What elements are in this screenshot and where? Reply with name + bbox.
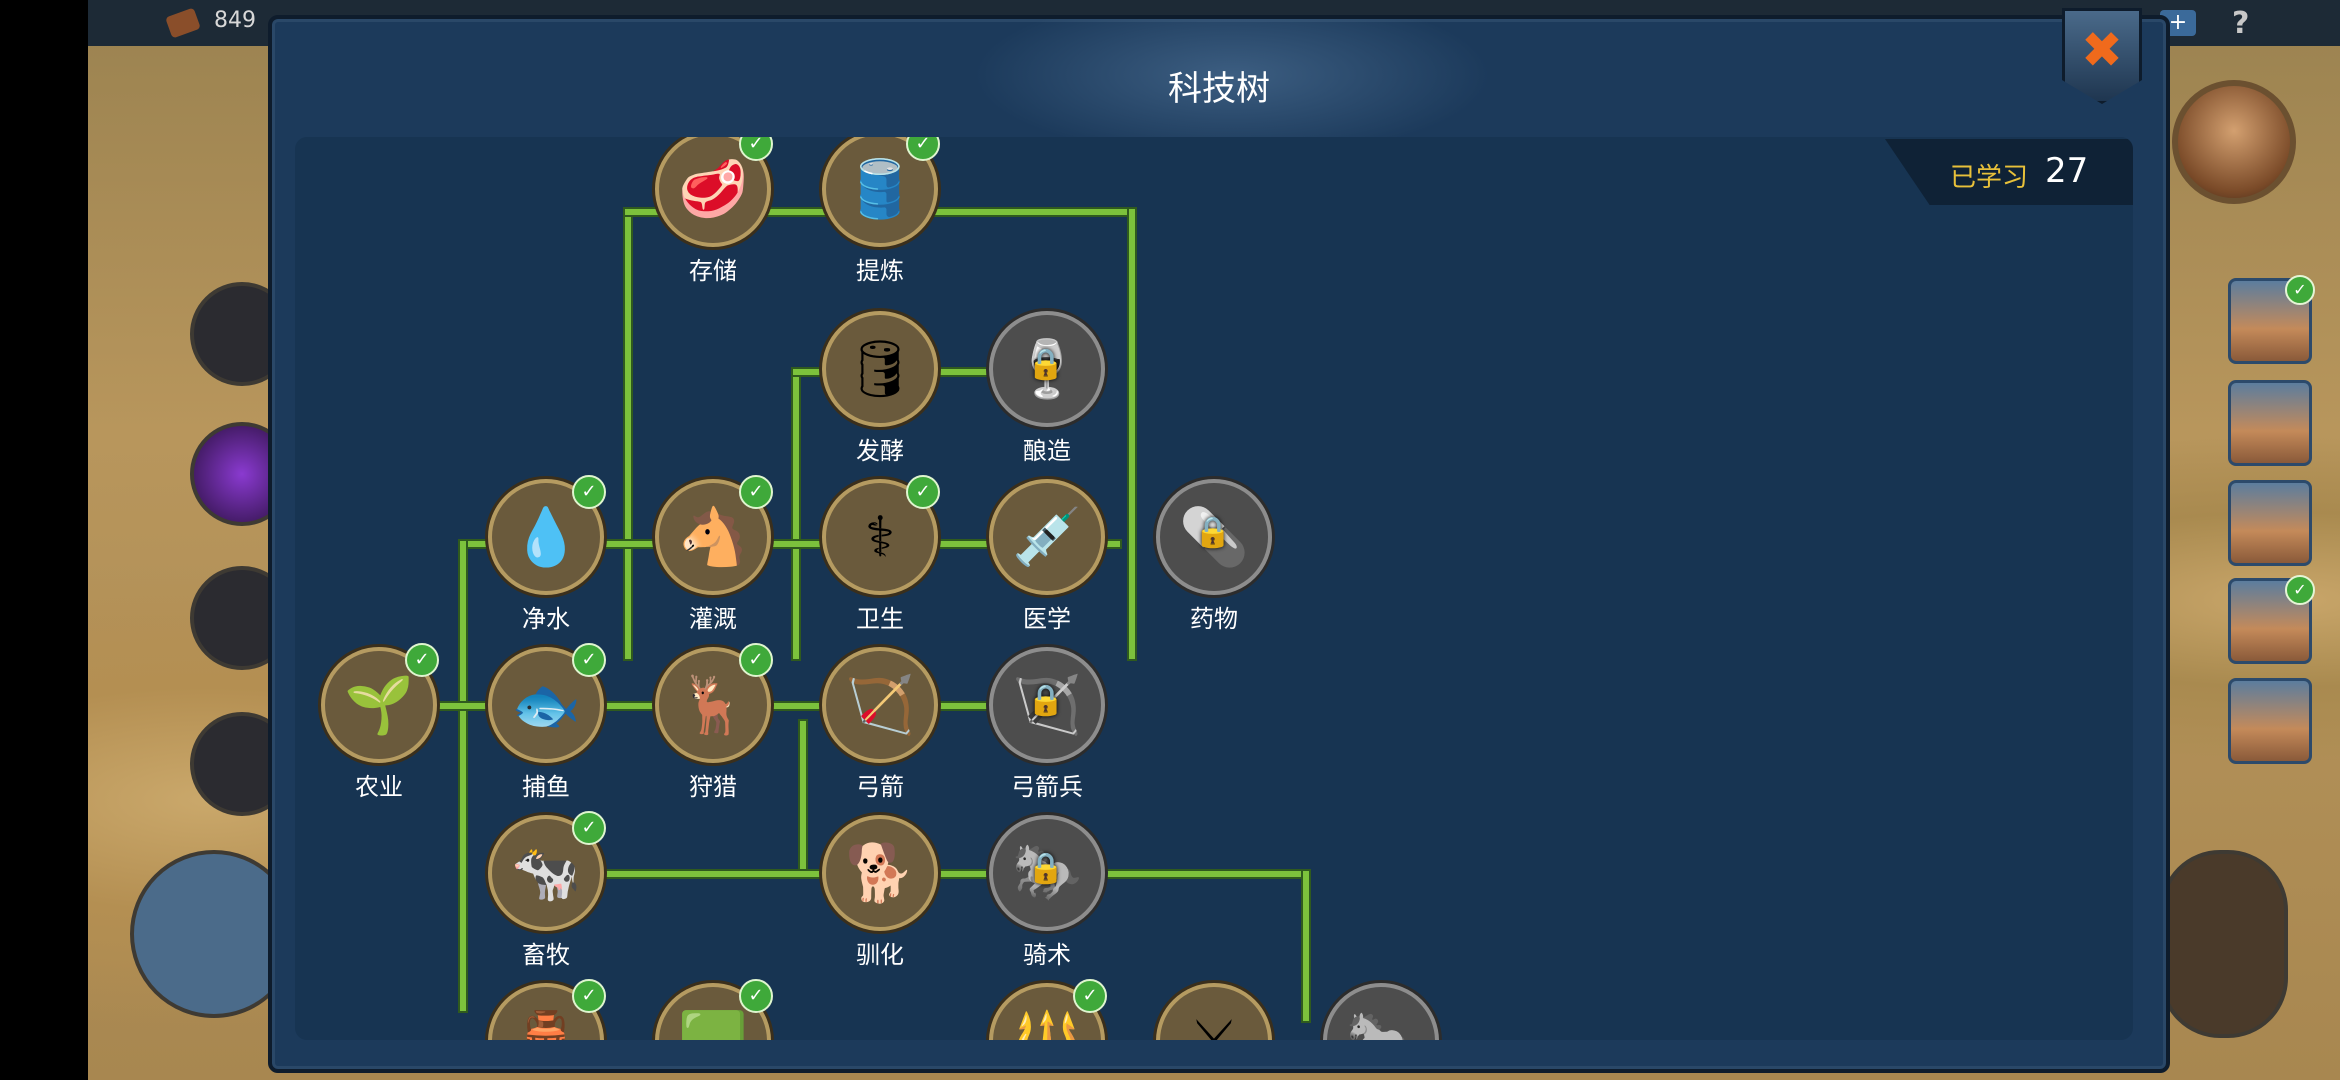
advisor-portrait[interactable] xyxy=(2228,380,2312,466)
advisor-portrait[interactable]: ✓ xyxy=(2228,275,2315,364)
dog-icon: 🐕 xyxy=(822,815,938,931)
tech-node-swords[interactable]: ⚔ xyxy=(1156,983,1272,1040)
learned-counter: 已学习 27 xyxy=(1885,139,2133,205)
lock-icon: 🔒 xyxy=(1027,347,1065,382)
tech-node-cavalry[interactable]: 🐎 xyxy=(1323,983,1439,1040)
lock-icon: 🔒 xyxy=(1027,683,1065,718)
wood-icon xyxy=(165,7,201,39)
hero-avatar[interactable] xyxy=(2172,80,2296,204)
tech-node-domestication[interactable]: 🐕 驯化 xyxy=(822,815,938,969)
learned-label: 已学习 xyxy=(1950,163,2029,193)
tech-label: 弓箭兵 xyxy=(1011,773,1083,801)
dialog-title: 科技树 xyxy=(1168,69,1270,109)
syringe-icon: 💉 xyxy=(989,479,1105,595)
tech-node-storage[interactable]: 🥩 ✓ 存储 xyxy=(655,137,773,285)
lock-icon: 🔒 xyxy=(1027,851,1065,886)
check-icon: ✓ xyxy=(739,475,773,509)
link-line xyxy=(1303,871,1309,1021)
tech-node-spears[interactable]: 🔱✓ xyxy=(989,979,1107,1040)
tech-label: 酿造 xyxy=(1023,437,1071,465)
check-icon: ✓ xyxy=(1073,979,1107,1013)
tech-node-jade[interactable]: 🟩✓ xyxy=(655,979,773,1040)
check-icon: ✓ xyxy=(2285,275,2315,305)
tech-node-pottery[interactable]: 🏺✓ xyxy=(488,979,606,1040)
tech-node-fishing[interactable]: 🐟 ✓ 捕鱼 xyxy=(488,643,606,801)
target-arrows-icon: 🏹 xyxy=(822,647,938,763)
tech-node-brewing[interactable]: 🍷 🔒 酿造 xyxy=(989,311,1105,465)
check-icon: ✓ xyxy=(739,979,773,1013)
check-icon: ✓ xyxy=(572,643,606,677)
tech-node-refining[interactable]: 🛢️ ✓ 提炼 xyxy=(822,137,940,285)
tech-label: 药物 xyxy=(1190,605,1238,633)
tech-node-hygiene[interactable]: ⚕ ✓ 卫生 xyxy=(822,475,940,633)
tech-node-irrigation[interactable]: 🐴 ✓ 灌溉 xyxy=(655,475,773,633)
tech-node-hunting[interactable]: 🦌 ✓ 狩猎 xyxy=(655,643,773,801)
check-icon: ✓ xyxy=(405,643,439,677)
tech-node-drug[interactable]: 💊 🔒 药物 xyxy=(1156,479,1272,633)
crossed-swords-icon: ⚔ xyxy=(1156,983,1272,1040)
tech-node-agriculture[interactable]: 🌱 ✓ 农业 xyxy=(321,643,439,801)
tech-label: 提炼 xyxy=(856,257,904,285)
advisor-portrait[interactable] xyxy=(2228,480,2312,566)
barrel-icon: 🛢 xyxy=(822,311,938,427)
tech-node-purify-water[interactable]: 💧 ✓ 净水 xyxy=(488,475,606,633)
check-icon: ✓ xyxy=(739,643,773,677)
advisor-portrait[interactable]: ✓ xyxy=(2228,575,2315,664)
tech-tree-panel[interactable]: 已学习 27 🥩 ✓ 存储 🛢️ ✓ 提炼 🛢 发酵 🍷 🔒 酿造 💧 ✓ 净水 🐴 ✓ 灌溉 ⚕ ✓ 卫… xyxy=(295,137,2133,1040)
close-icon: ✖ xyxy=(2081,21,2123,79)
tech-label: 畜牧 xyxy=(522,941,570,969)
tech-node-fermentation[interactable]: 🛢 发酵 xyxy=(822,311,938,465)
check-icon: ✓ xyxy=(2285,575,2315,605)
tech-node-husbandry[interactable]: 🐄 ✓ 畜牧 xyxy=(488,811,606,969)
tech-label: 骑术 xyxy=(1023,941,1071,969)
knight-icon: 🐎 xyxy=(1323,983,1439,1040)
advisor-portrait[interactable] xyxy=(2228,678,2312,764)
tool-button[interactable] xyxy=(2160,850,2288,1038)
wood-amount: 849 xyxy=(214,8,256,33)
check-icon: ✓ xyxy=(572,811,606,845)
tech-node-archery[interactable]: 🏹 弓箭 xyxy=(822,647,938,801)
tech-node-medicine[interactable]: 💉 医学 xyxy=(989,479,1105,633)
tech-node-archer[interactable]: 🏹 🔒 弓箭兵 xyxy=(989,647,1105,801)
help-icon[interactable]: ? xyxy=(2232,6,2249,41)
lock-icon: 🔒 xyxy=(1194,515,1232,550)
check-icon: ✓ xyxy=(906,475,940,509)
check-icon: ✓ xyxy=(572,475,606,509)
learned-count: 27 xyxy=(2045,151,2089,191)
tech-node-riding[interactable]: 🐎 🔒 骑术 xyxy=(989,815,1105,969)
check-icon: ✓ xyxy=(572,979,606,1013)
